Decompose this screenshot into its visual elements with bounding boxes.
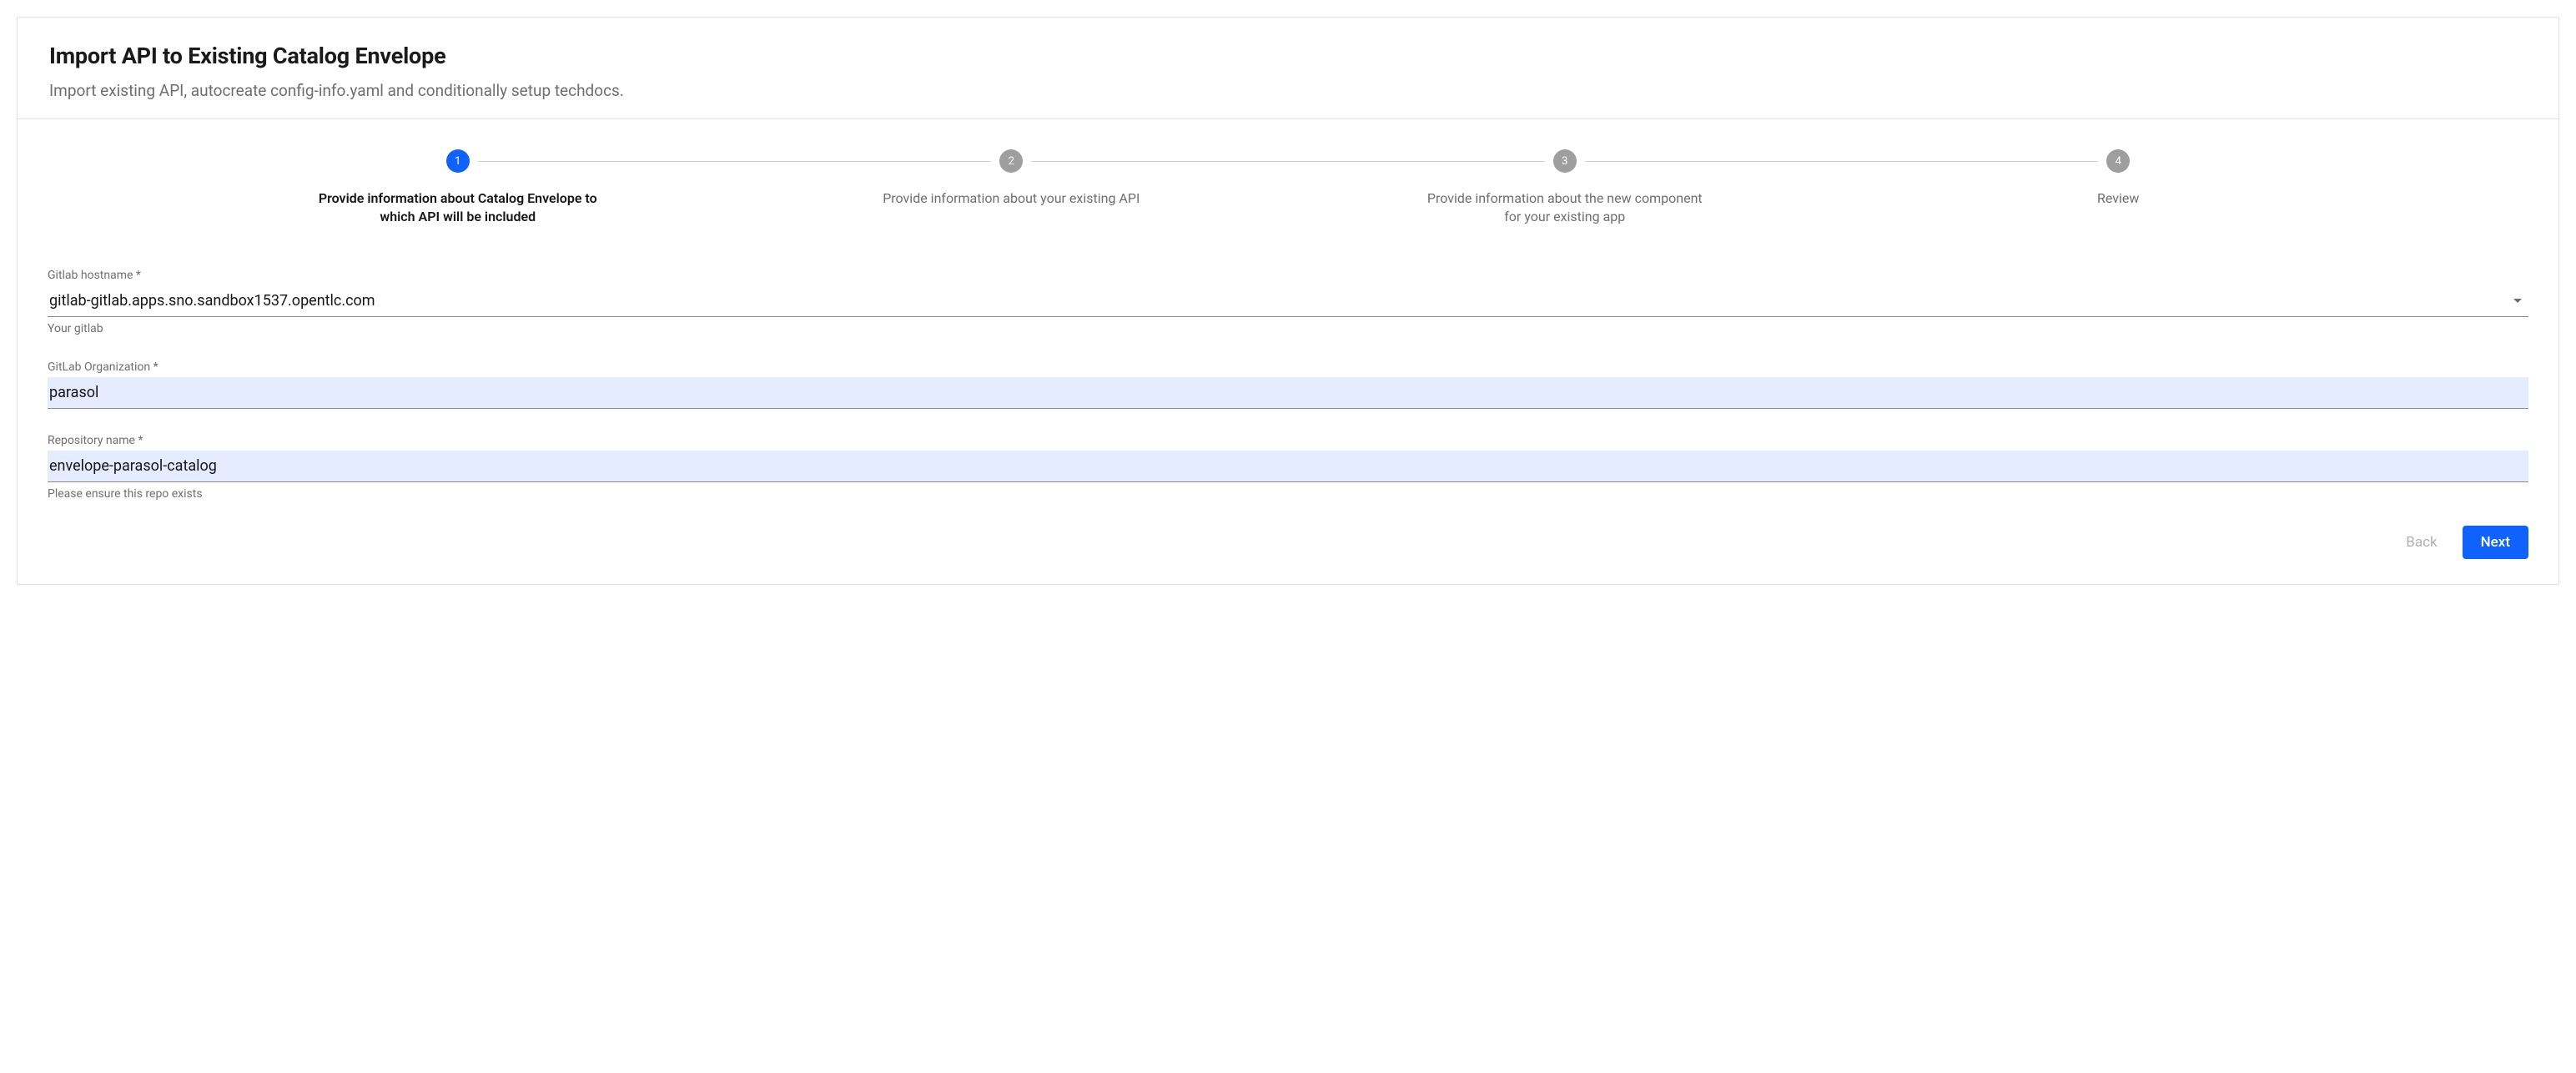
step-1-label: Provide information about Catalog Envelo…: [308, 189, 608, 227]
stepper: 1 Provide information about Catalog Enve…: [48, 149, 2528, 227]
step-3[interactable]: 3 Provide information about the new comp…: [1288, 149, 1842, 227]
next-button[interactable]: Next: [2463, 526, 2528, 559]
page-title: Import API to Existing Catalog Envelope: [49, 43, 2527, 69]
step-2-circle: 2: [999, 149, 1023, 173]
gitlab-org-group: GitLab Organization *: [48, 360, 2528, 409]
step-3-circle: 3: [1553, 149, 1577, 173]
back-button[interactable]: Back: [2387, 526, 2455, 559]
repo-name-label: Repository name *: [48, 434, 2528, 447]
repo-name-input[interactable]: [49, 456, 2527, 476]
repo-name-help: Please ensure this repo exists: [48, 487, 2528, 501]
gitlab-org-label: GitLab Organization *: [48, 360, 2528, 374]
wizard-card: Import API to Existing Catalog Envelope …: [17, 17, 2559, 585]
gitlab-hostname-select[interactable]: [48, 285, 2528, 317]
step-4-circle: 4: [2106, 149, 2130, 173]
gitlab-hostname-input[interactable]: [49, 290, 2513, 311]
gitlab-org-input[interactable]: [49, 382, 2527, 403]
gitlab-hostname-help: Your gitlab: [48, 322, 2528, 335]
step-2-label: Provide information about your existing …: [876, 189, 1146, 208]
step-2[interactable]: 2 Provide information about your existin…: [735, 149, 1289, 208]
gitlab-hostname-group: Gitlab hostname * Your gitlab: [48, 269, 2528, 335]
step-4-label: Review: [2090, 189, 2146, 208]
step-4[interactable]: 4 Review: [1842, 149, 2396, 208]
step-3-label: Provide information about the new compon…: [1415, 189, 1715, 227]
step-1[interactable]: 1 Provide information about Catalog Enve…: [181, 149, 735, 227]
chevron-down-icon: [2513, 299, 2522, 303]
action-bar: Back Next: [48, 526, 2528, 559]
step-1-circle: 1: [446, 149, 470, 173]
gitlab-hostname-label: Gitlab hostname *: [48, 269, 2528, 282]
page-subtitle: Import existing API, autocreate config-i…: [49, 81, 2527, 100]
card-header: Import API to Existing Catalog Envelope …: [18, 18, 2558, 119]
repo-name-group: Repository name * Please ensure this rep…: [48, 434, 2528, 501]
